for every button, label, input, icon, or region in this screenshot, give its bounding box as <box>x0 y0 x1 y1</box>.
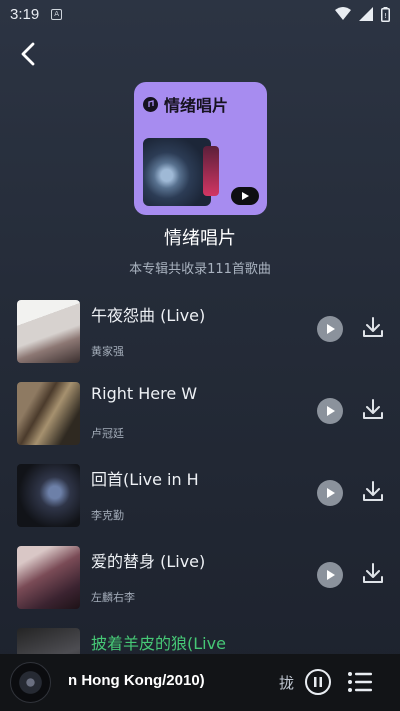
svg-text:!: ! <box>384 12 387 20</box>
album-title: 情绪唱片 <box>164 228 236 249</box>
status-time: 3:19 <box>10 5 40 23</box>
song-title: Right Here W <box>91 384 198 403</box>
mini-player[interactable]: n Hong Kong/2010) 拢 <box>0 654 400 711</box>
play-icon <box>327 488 335 498</box>
song-play-button[interactable] <box>317 398 343 424</box>
signal-icon <box>359 7 373 21</box>
back-chevron-icon <box>21 42 35 66</box>
song-play-button[interactable] <box>317 316 343 342</box>
song-title: 披着羊皮的狼(Live <box>91 634 226 653</box>
song-title: 爱的替身 (Live) <box>91 552 206 571</box>
song-title: 回首(Live in H <box>91 470 199 489</box>
song-artist: 卢冠廷 <box>91 427 124 440</box>
download-icon[interactable] <box>361 479 385 503</box>
song-thumbnail <box>17 300 80 363</box>
music-disc-icon <box>143 96 158 112</box>
play-icon <box>327 406 335 416</box>
song-item[interactable]: 爱的替身 (Live) 左麟右李 <box>0 544 400 610</box>
play-icon <box>242 192 249 200</box>
notification-icon: A <box>51 8 63 20</box>
song-play-button[interactable] <box>317 480 343 506</box>
song-play-button[interactable] <box>317 562 343 588</box>
song-thumbnail <box>17 546 80 609</box>
download-icon[interactable] <box>361 315 385 339</box>
album-cover: 情绪唱片 <box>134 82 267 215</box>
download-icon[interactable] <box>361 397 385 421</box>
status-bar: 3:19 A ! <box>0 0 400 28</box>
pause-button[interactable] <box>305 669 331 695</box>
cover-header: 情绪唱片 <box>143 92 228 116</box>
song-artist: 左麟右李 <box>91 591 135 604</box>
song-item[interactable]: 午夜怨曲 (Live) 黄家强 <box>0 298 400 364</box>
song-artist: 李克勤 <box>91 509 124 522</box>
song-thumbnail <box>17 382 80 445</box>
song-title: 午夜怨曲 (Live) <box>91 306 206 325</box>
song-item[interactable]: 回首(Live in H 李克勤 <box>0 462 400 528</box>
play-icon <box>327 324 335 334</box>
download-icon[interactable] <box>361 561 385 585</box>
mini-player-title: n Hong Kong/2010) <box>68 672 205 689</box>
wifi-icon <box>335 7 351 20</box>
status-icons: ! <box>335 6 390 22</box>
back-button[interactable] <box>14 40 42 68</box>
cover-label: 情绪唱片 <box>164 96 229 115</box>
song-item[interactable]: Right Here W 卢冠廷 <box>0 380 400 446</box>
album-subtitle: 本专辑共收录111首歌曲 <box>129 262 271 277</box>
play-icon <box>327 570 335 580</box>
playlist-icon[interactable] <box>346 668 374 696</box>
song-artist: 黄家强 <box>91 345 124 358</box>
battery-icon: ! <box>381 6 390 22</box>
mini-player-glyph: 拢 <box>279 674 295 692</box>
pause-icon <box>314 677 322 687</box>
mini-player-album-disc <box>10 662 51 703</box>
cover-art-image <box>143 138 219 206</box>
song-thumbnail <box>17 464 80 527</box>
cover-play-button[interactable] <box>231 187 259 205</box>
